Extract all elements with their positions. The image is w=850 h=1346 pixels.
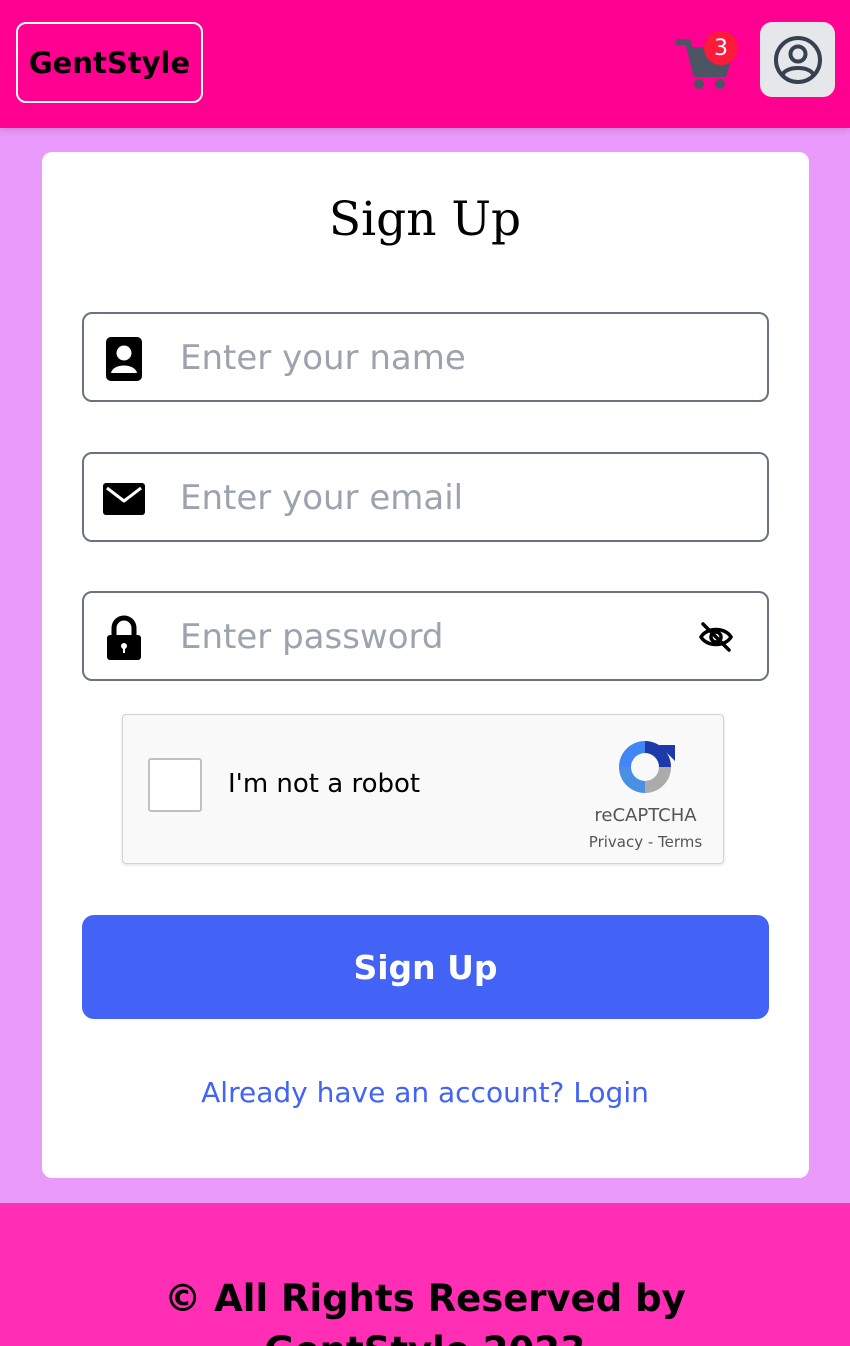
signup-button[interactable]: Sign Up (82, 915, 769, 1019)
email-input[interactable] (180, 472, 680, 524)
recaptcha-checkbox[interactable] (148, 758, 202, 812)
eye-slash-icon[interactable] (696, 617, 736, 657)
recaptcha-label: I'm not a robot (228, 769, 421, 799)
footer: © All Rights Reserved by GentStyle 2023 (0, 1203, 850, 1346)
recaptcha-brand: reCAPTCHA (594, 805, 697, 826)
page-title: Sign Up (328, 192, 522, 247)
footer-copyright: © All Rights Reserved by GentStyle 2023 (164, 1277, 686, 1346)
name-input[interactable] (180, 332, 680, 384)
cart-count-badge: 3 (704, 31, 738, 65)
name-field[interactable] (82, 312, 769, 402)
header: GentStyle 3 (0, 0, 850, 128)
user-circle-icon (773, 35, 822, 84)
user-profile-button[interactable] (760, 22, 835, 97)
cart-button[interactable]: 3 (675, 31, 738, 92)
email-field[interactable] (82, 452, 769, 542)
recaptcha-logo-icon (619, 741, 675, 793)
login-link[interactable]: Already have an account? Login (0, 1076, 850, 1109)
password-field[interactable] (82, 591, 769, 681)
envelope-icon (103, 483, 145, 515)
lock-icon (107, 615, 141, 660)
contact-card-icon (106, 337, 142, 381)
recaptcha-privacy-terms[interactable]: Privacy - Terms (563, 833, 728, 851)
recaptcha-widget: I'm not a robot reCAPTCHA Privacy - Term… (122, 714, 724, 864)
password-input[interactable] (180, 611, 680, 663)
brand-logo[interactable]: GentStyle (16, 22, 203, 103)
